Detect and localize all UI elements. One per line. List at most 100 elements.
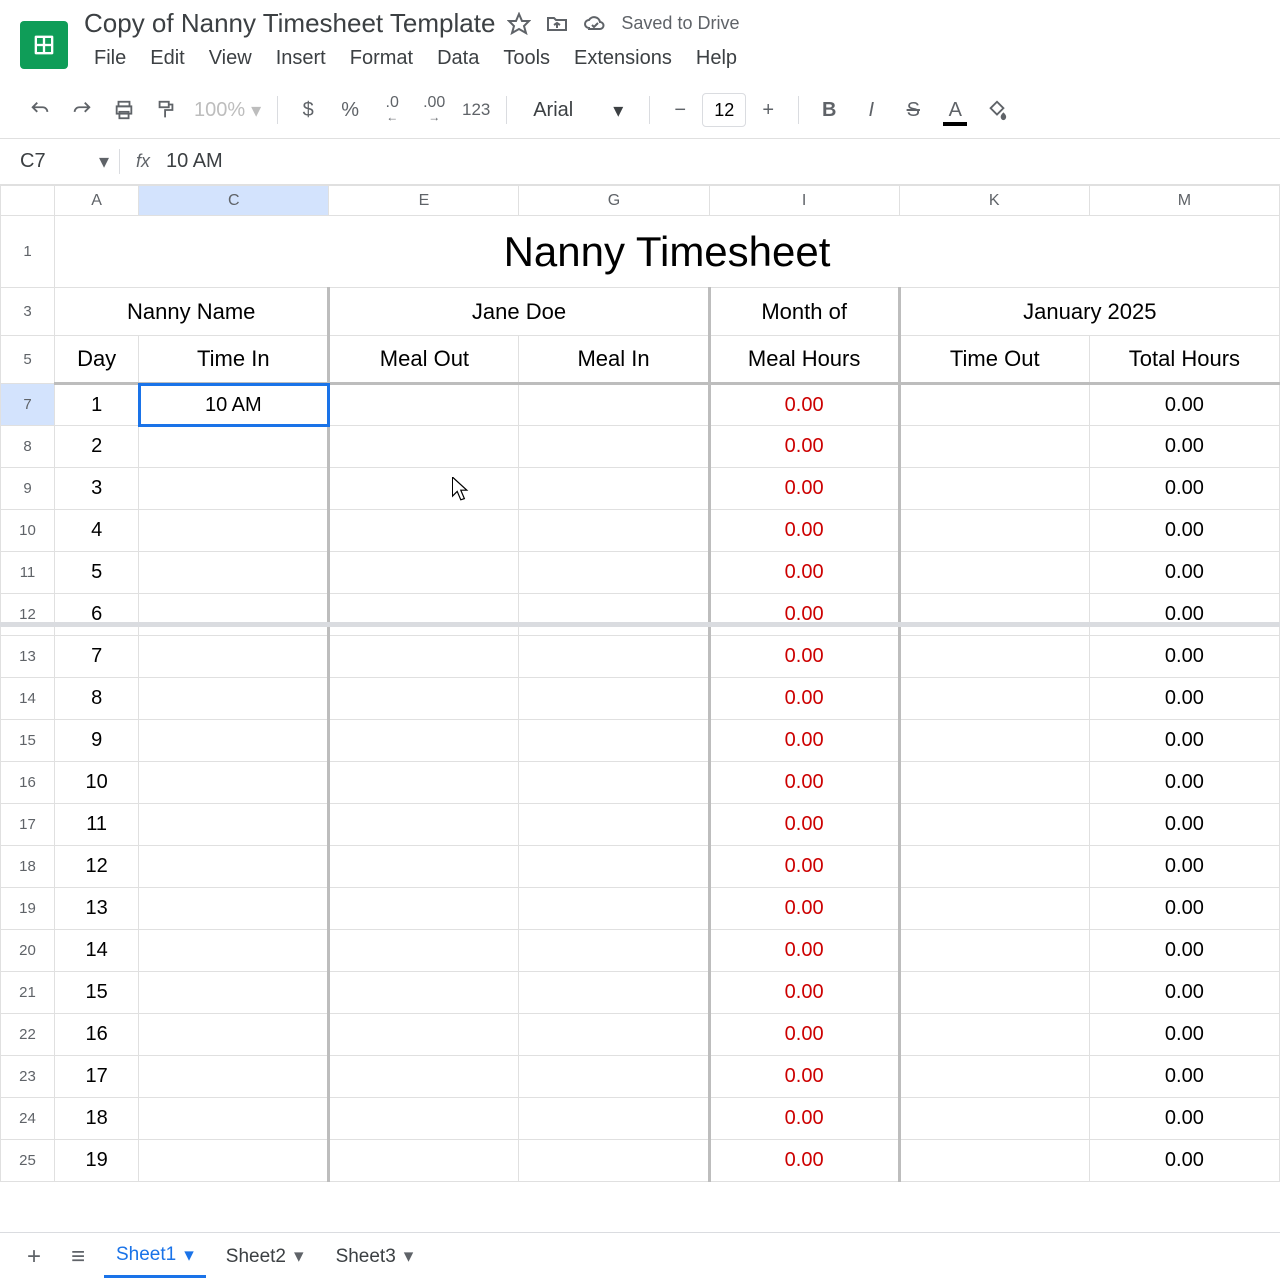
cell-time-in[interactable] — [139, 846, 329, 888]
cell-time-out[interactable] — [899, 1098, 1089, 1140]
cell-meal-in[interactable] — [519, 846, 709, 888]
cell-meal-out[interactable] — [329, 762, 519, 804]
cell-meal-hours[interactable]: 0.00 — [709, 804, 899, 846]
more-formats-button[interactable]: 123 — [456, 90, 496, 130]
cell-time-in[interactable] — [139, 804, 329, 846]
row-header-1[interactable]: 1 — [1, 216, 55, 288]
cell-total-hours[interactable]: 0.00 — [1089, 552, 1279, 594]
cell-time-in[interactable] — [139, 510, 329, 552]
cell-header-meal-in[interactable]: Meal In — [519, 336, 709, 384]
row-header-15[interactable]: 15 — [1, 720, 55, 762]
cell-meal-out[interactable] — [329, 678, 519, 720]
cell-day[interactable]: 11 — [55, 804, 139, 846]
cell-total-hours[interactable]: 0.00 — [1089, 384, 1279, 426]
cell-meal-out[interactable] — [329, 384, 519, 426]
cell-meal-in[interactable] — [519, 720, 709, 762]
cell-day[interactable]: 4 — [55, 510, 139, 552]
cell-day[interactable]: 5 — [55, 552, 139, 594]
menu-data[interactable]: Data — [427, 43, 489, 74]
cell-day[interactable]: 1 — [55, 384, 139, 426]
cell-meal-out[interactable] — [329, 552, 519, 594]
cell-time-out[interactable] — [899, 636, 1089, 678]
cell-time-out[interactable] — [899, 972, 1089, 1014]
cell-meal-in[interactable] — [519, 1056, 709, 1098]
formula-input[interactable]: 10 AM — [166, 150, 223, 173]
cell-time-in[interactable] — [139, 1014, 329, 1056]
cell-header-day[interactable]: Day — [55, 336, 139, 384]
cell-total-hours[interactable]: 0.00 — [1089, 1140, 1279, 1182]
cell-meal-out[interactable] — [329, 636, 519, 678]
cell-meal-in[interactable] — [519, 426, 709, 468]
document-title[interactable]: Copy of Nanny Timesheet Template — [84, 8, 495, 39]
cell-meal-hours[interactable]: 0.00 — [709, 552, 899, 594]
cell-meal-hours[interactable]: 0.00 — [709, 468, 899, 510]
cell-time-in[interactable] — [139, 426, 329, 468]
cell-meal-out[interactable] — [329, 594, 519, 636]
fill-color-button[interactable] — [977, 90, 1017, 130]
cell-meal-hours[interactable]: 0.00 — [709, 720, 899, 762]
font-size-input[interactable]: 12 — [702, 93, 746, 127]
cell-time-out[interactable] — [899, 510, 1089, 552]
cell-time-in[interactable] — [139, 972, 329, 1014]
cell-meal-out[interactable] — [329, 1140, 519, 1182]
cell-time-out[interactable] — [899, 678, 1089, 720]
row-header-22[interactable]: 22 — [1, 1014, 55, 1056]
row-header-8[interactable]: 8 — [1, 426, 55, 468]
strikethrough-button[interactable]: S — [893, 90, 933, 130]
cell-total-hours[interactable]: 0.00 — [1089, 720, 1279, 762]
cell-month-value[interactable]: January 2025 — [899, 288, 1279, 336]
row-header-25[interactable]: 25 — [1, 1140, 55, 1182]
cell-day[interactable]: 2 — [55, 426, 139, 468]
menu-edit[interactable]: Edit — [140, 43, 194, 74]
menu-help[interactable]: Help — [686, 43, 747, 74]
cell-meal-hours[interactable]: 0.00 — [709, 888, 899, 930]
cell-day[interactable]: 17 — [55, 1056, 139, 1098]
cell-day[interactable]: 13 — [55, 888, 139, 930]
cell-total-hours[interactable]: 0.00 — [1089, 594, 1279, 636]
menu-file[interactable]: File — [84, 43, 136, 74]
print-button[interactable] — [104, 90, 144, 130]
cell-time-in[interactable] — [139, 1098, 329, 1140]
cell-day[interactable]: 16 — [55, 1014, 139, 1056]
cell-meal-out[interactable] — [329, 1014, 519, 1056]
cell-day[interactable]: 10 — [55, 762, 139, 804]
cell-total-hours[interactable]: 0.00 — [1089, 426, 1279, 468]
cell-meal-out[interactable] — [329, 888, 519, 930]
paint-format-button[interactable] — [146, 90, 186, 130]
row-header-17[interactable]: 17 — [1, 804, 55, 846]
cell-meal-out[interactable] — [329, 930, 519, 972]
cell-meal-out[interactable] — [329, 426, 519, 468]
cell-day[interactable]: 15 — [55, 972, 139, 1014]
cell-time-out[interactable] — [899, 594, 1089, 636]
cell-meal-out[interactable] — [329, 510, 519, 552]
row-header-13[interactable]: 13 — [1, 636, 55, 678]
row-header-20[interactable]: 20 — [1, 930, 55, 972]
cell-meal-out[interactable] — [329, 1098, 519, 1140]
column-header-C[interactable]: C — [139, 186, 329, 216]
row-header-16[interactable]: 16 — [1, 762, 55, 804]
bold-button[interactable]: B — [809, 90, 849, 130]
row-header-23[interactable]: 23 — [1, 1056, 55, 1098]
cell-time-in[interactable] — [139, 552, 329, 594]
cell-meal-out[interactable] — [329, 720, 519, 762]
cell-time-in[interactable] — [139, 636, 329, 678]
column-header-A[interactable]: A — [55, 186, 139, 216]
row-header-5[interactable]: 5 — [1, 336, 55, 384]
column-header-K[interactable]: K — [899, 186, 1089, 216]
row-header-3[interactable]: 3 — [1, 288, 55, 336]
cell-time-in[interactable] — [139, 1140, 329, 1182]
cell-meal-in[interactable] — [519, 930, 709, 972]
cell-time-in[interactable] — [139, 1056, 329, 1098]
cell-meal-in[interactable] — [519, 510, 709, 552]
cell-meal-hours[interactable]: 0.00 — [709, 846, 899, 888]
row-header-18[interactable]: 18 — [1, 846, 55, 888]
cell-time-in[interactable]: 10 AM — [139, 384, 329, 426]
cell-time-out[interactable] — [899, 888, 1089, 930]
sheet-tab-1[interactable]: Sheet1▾ — [104, 1236, 206, 1278]
cell-header-total-hours[interactable]: Total Hours — [1089, 336, 1279, 384]
menu-tools[interactable]: Tools — [493, 43, 560, 74]
row-header-14[interactable]: 14 — [1, 678, 55, 720]
cell-title[interactable]: Nanny Timesheet — [55, 216, 1280, 288]
sheet-tab-2[interactable]: Sheet2▾ — [214, 1237, 316, 1276]
cell-total-hours[interactable]: 0.00 — [1089, 636, 1279, 678]
